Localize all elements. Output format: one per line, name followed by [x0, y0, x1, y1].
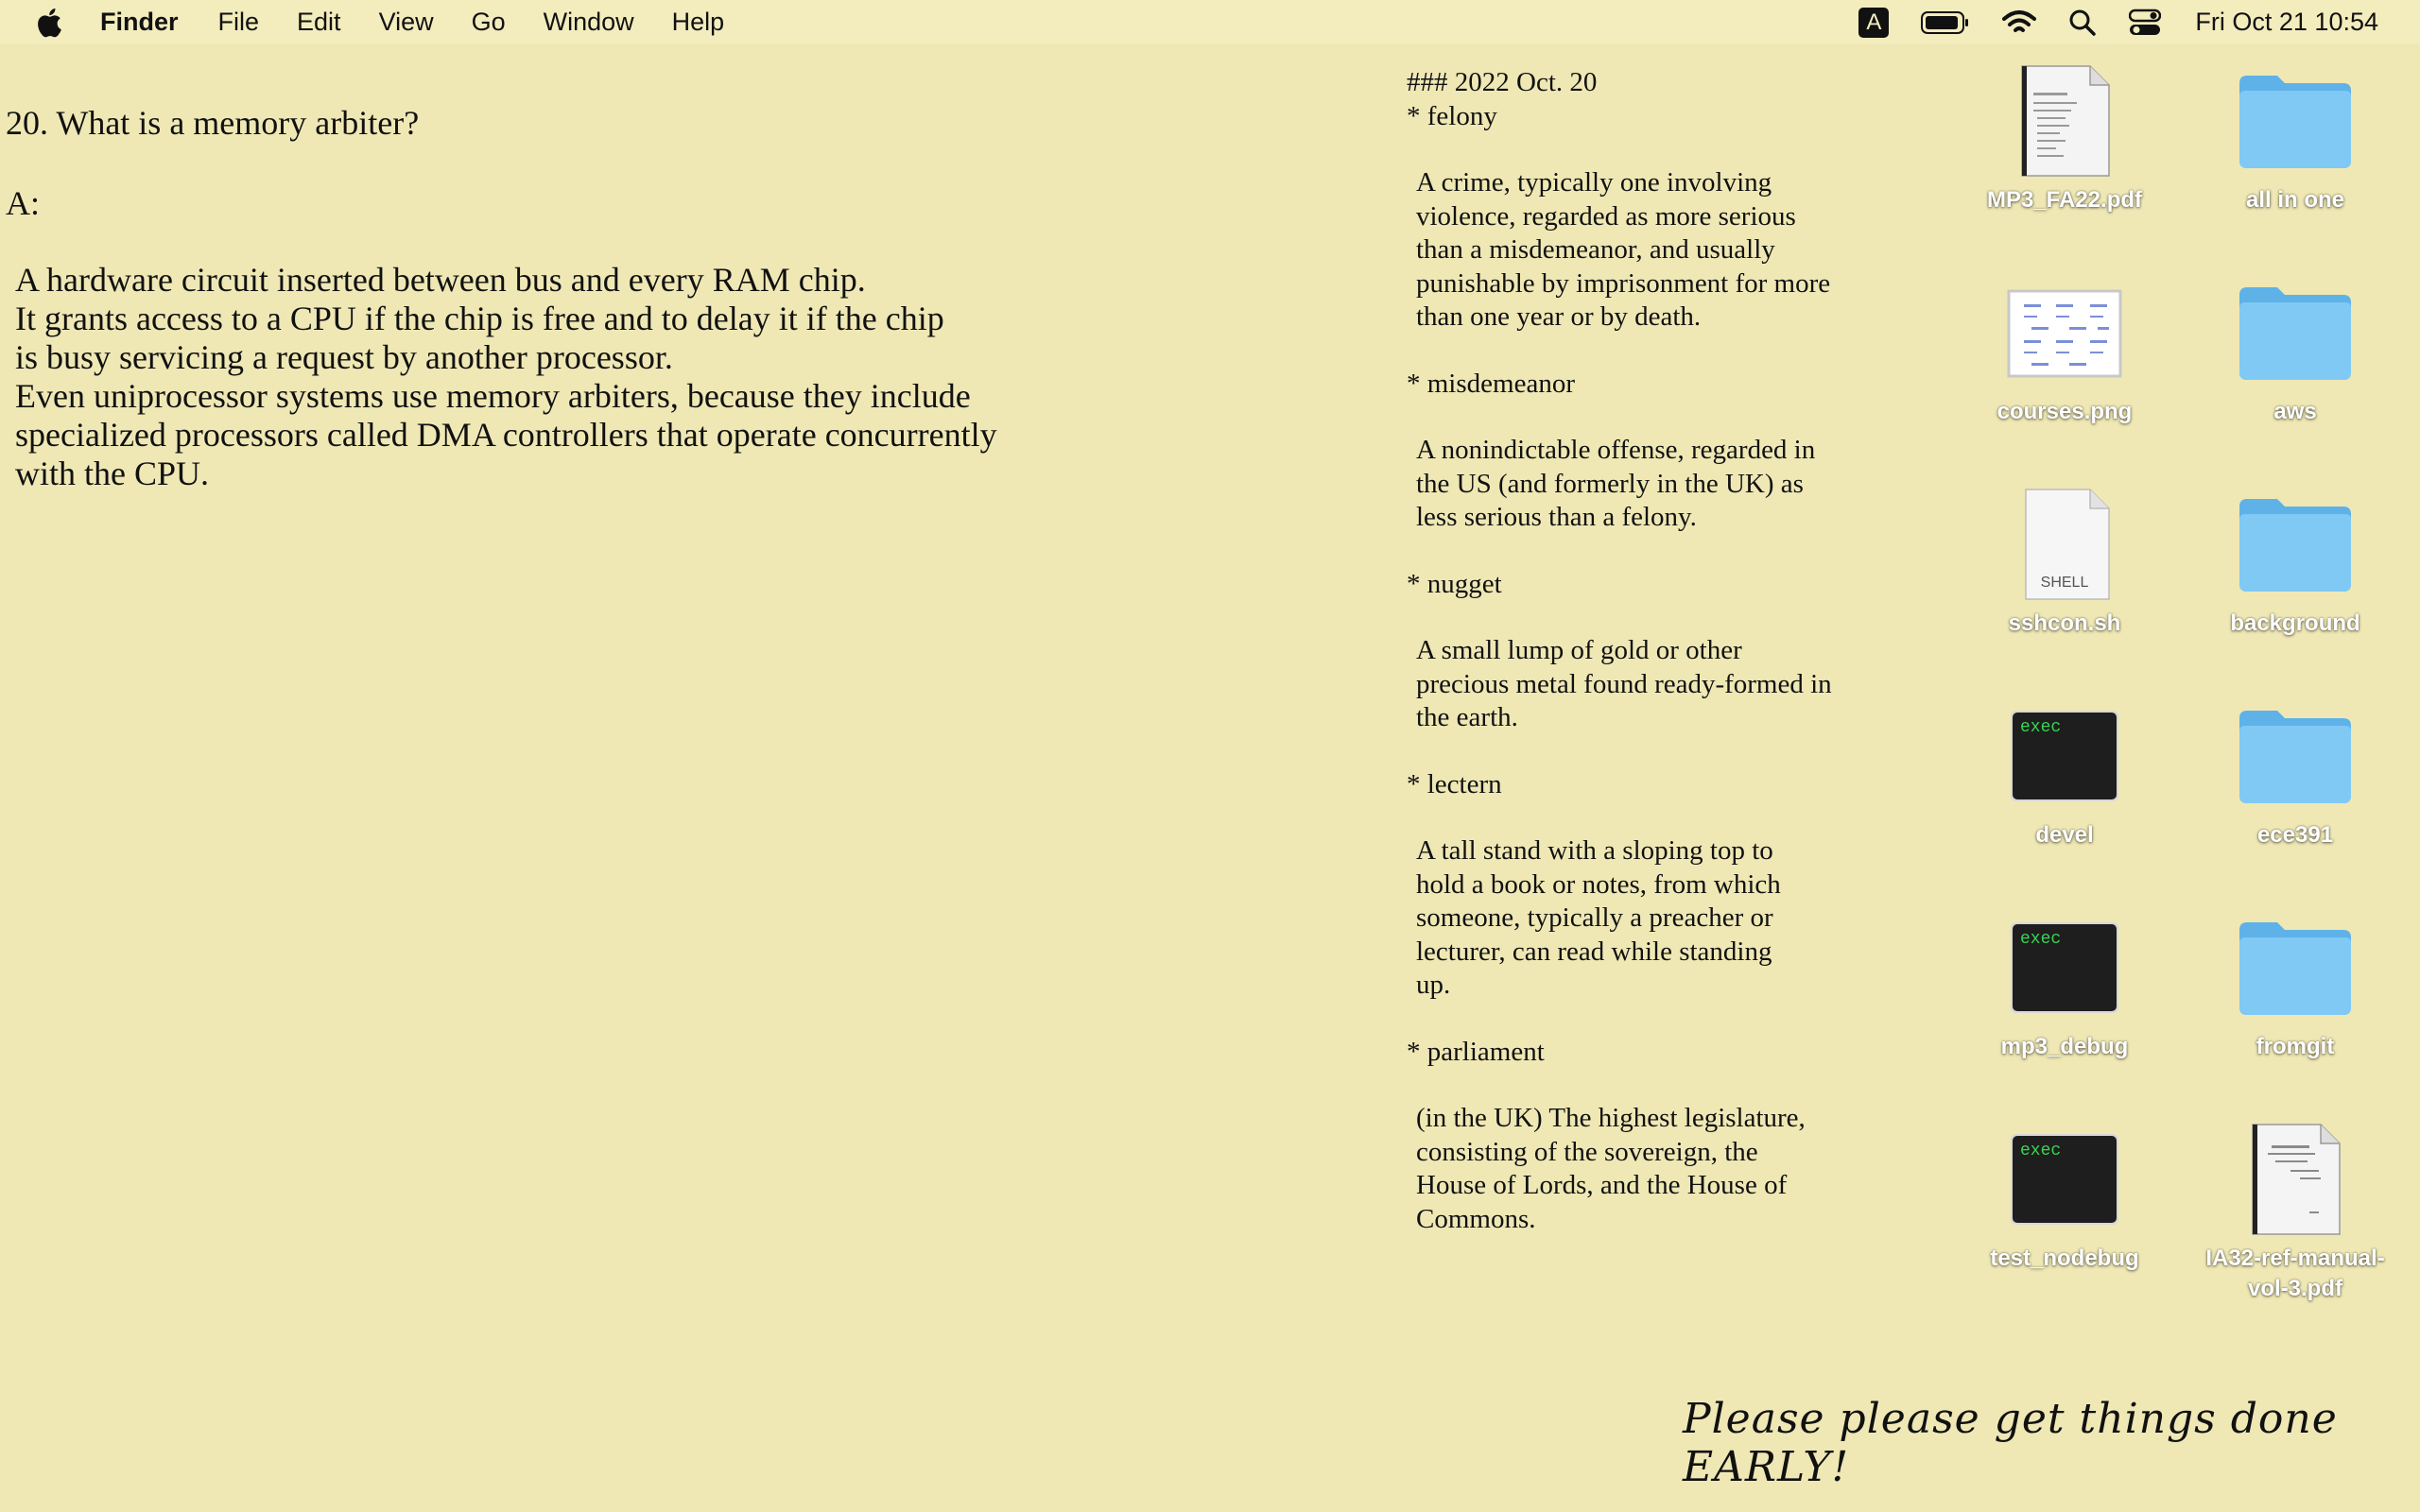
sticky-note-vocabulary[interactable]: ### 2022 Oct. 20 * felony A crime, typic…: [1407, 66, 1917, 1269]
icon-label: background: [2230, 610, 2360, 636]
desktop-icon-mp3-debug[interactable]: exec mp3_debug: [1961, 905, 2169, 1062]
exec-icon: exec: [2003, 694, 2126, 816]
exec-badge: exec: [2020, 930, 2062, 949]
battery-icon[interactable]: [1921, 10, 1970, 35]
icon-label: mp3_debug: [2000, 1034, 2129, 1059]
menu-app-finder[interactable]: Finder: [100, 8, 179, 37]
vocab-definition: A nonindictable offense, regarded in the…: [1416, 435, 1816, 532]
icon-label: all in one: [2245, 187, 2344, 213]
menu-help[interactable]: Help: [672, 8, 725, 37]
note-answer-label: A:: [6, 184, 40, 222]
desktop-icon-all-in-one[interactable]: all in one: [2191, 59, 2399, 215]
vocab-definition: A crime, typically one involving violenc…: [1416, 167, 1831, 332]
folder-icon: [2234, 270, 2357, 393]
shell-badge: SHELL: [2040, 575, 2089, 591]
menu-edit[interactable]: Edit: [297, 8, 341, 37]
folder-icon: [2234, 905, 2357, 1028]
menu-file[interactable]: File: [218, 8, 260, 37]
pdf-icon: [2003, 59, 2126, 181]
folder-icon: [2234, 694, 2357, 816]
pdf-icon: [2234, 1117, 2357, 1240]
vocab-term: * parliament: [1407, 1036, 1545, 1067]
desktop-icon-aws[interactable]: aws: [2191, 270, 2399, 427]
menu-go[interactable]: Go: [472, 8, 506, 37]
shell-script-icon: SHELL: [2003, 482, 2126, 605]
exec-badge: exec: [2020, 1142, 2062, 1160]
vocab-term: * felony: [1407, 100, 1497, 131]
exec-icon: exec: [2003, 1117, 2126, 1240]
vocab-definition: (in the UK) The highest legislature, con…: [1416, 1103, 1806, 1234]
desktop-icon-mp3-pdf[interactable]: MP3_FA22.pdf: [1961, 59, 2169, 215]
menu-view[interactable]: View: [379, 8, 434, 37]
status-area: A Fri Oct 21 10:54: [1826, 0, 2378, 44]
icon-label: ece391: [2256, 822, 2334, 848]
menu-window[interactable]: Window: [544, 8, 634, 37]
desktop-icon-ece391[interactable]: ece391: [2191, 694, 2399, 850]
sticky-note-memory-arbiter[interactable]: 20. What is a memory arbiter? A: A hardw…: [6, 104, 1140, 493]
vocab-term: * nugget: [1407, 568, 1502, 599]
wifi-icon[interactable]: [2002, 9, 2037, 36]
menu-bar: Finder File Edit View Go Window Help A F…: [0, 0, 2420, 44]
apple-menu-icon[interactable]: [34, 6, 68, 40]
desktop-icon-test-nodebug[interactable]: exec test_nodebug: [1961, 1117, 2169, 1274]
vocab-term: * misdemeanor: [1407, 368, 1575, 399]
desktop-icon-background[interactable]: background: [2191, 482, 2399, 639]
icon-label: sshcon.sh: [2008, 610, 2121, 636]
desktop-icon-courses-png[interactable]: courses.png: [1961, 270, 2169, 427]
icon-label: MP3_FA22.pdf: [1986, 187, 2143, 213]
icon-label: fromgit: [2256, 1034, 2335, 1059]
wallpaper-motto: Please please get things done EARLY!: [1683, 1395, 2338, 1491]
spotlight-search-icon[interactable]: [2068, 9, 2097, 37]
icon-label: test_nodebug: [1990, 1246, 2139, 1271]
folder-icon: [2234, 482, 2357, 605]
desktop-icon-sshcon-sh[interactable]: SHELL sshcon.sh: [1961, 482, 2169, 639]
vocab-definition: A tall stand with a sloping top to hold …: [1416, 835, 1781, 1000]
icon-label: devel: [2035, 822, 2094, 848]
desktop-icon-devel[interactable]: exec devel: [1961, 694, 2169, 850]
exec-icon: exec: [2003, 905, 2126, 1028]
icon-label: IA32-ref-manual-vol-3.pdf: [2205, 1246, 2385, 1301]
desktop-icon-fromgit[interactable]: fromgit: [2191, 905, 2399, 1062]
vocab-term: * lectern: [1407, 768, 1502, 799]
control-center-icon[interactable]: [2129, 9, 2162, 37]
desktop-icon-ia32-pdf[interactable]: IA32-ref-manual-vol-3.pdf: [2191, 1117, 2399, 1304]
image-icon: [2003, 270, 2126, 393]
input-source-icon[interactable]: A: [1858, 7, 1890, 38]
vocab-definition: A small lump of gold or other precious m…: [1416, 635, 1832, 732]
vocab-heading: ### 2022 Oct. 20: [1407, 67, 1598, 97]
menu-clock[interactable]: Fri Oct 21 10:54: [2195, 8, 2378, 37]
icon-label: aws: [2273, 399, 2317, 424]
note-question: 20. What is a memory arbiter?: [6, 104, 420, 142]
note-answer-text: A hardware circuit inserted between bus …: [15, 261, 997, 492]
exec-badge: exec: [2020, 718, 2062, 737]
icon-label: courses.png: [1996, 399, 2133, 424]
folder-icon: [2234, 59, 2357, 181]
